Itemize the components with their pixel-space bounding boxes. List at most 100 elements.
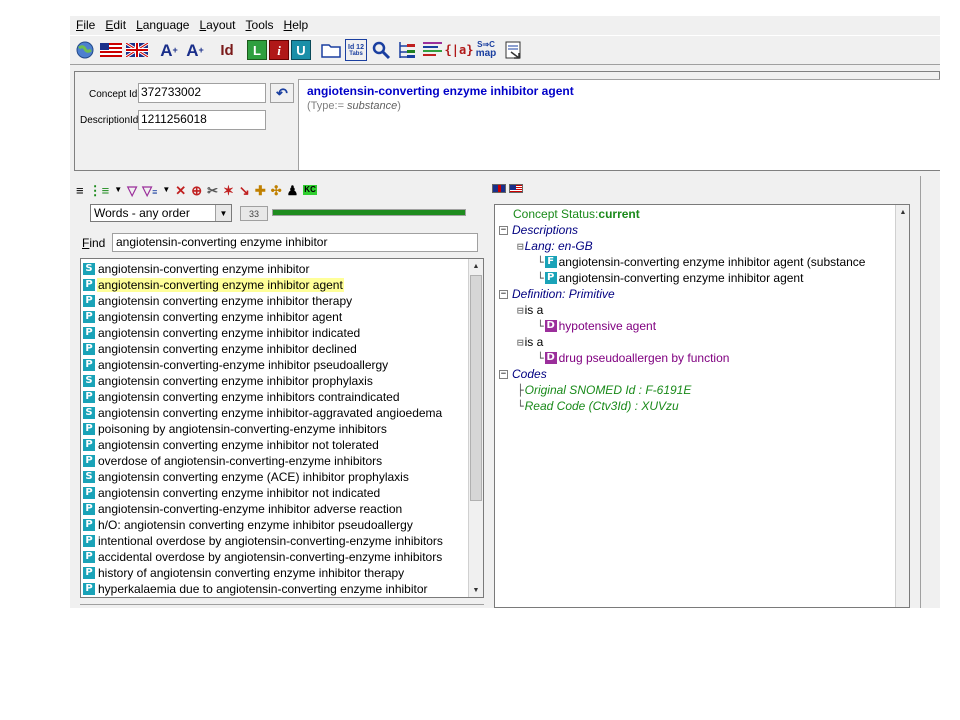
menu-edit[interactable]: Edit — [105, 18, 126, 32]
tree-is-a-1[interactable]: ⊟ is a — [517, 302, 543, 318]
list-item[interactable]: Sangiotensin converting enzyme (ACE) inh… — [81, 469, 469, 485]
id-icon[interactable]: Id — [215, 38, 239, 62]
tree-descriptions[interactable]: − Descriptions — [499, 222, 578, 238]
globe-icon[interactable] — [73, 38, 97, 62]
description-id-label: DescriptionId — [80, 115, 139, 126]
menu-tools[interactable]: Tools — [246, 18, 274, 32]
tree-is-a-2[interactable]: ⊟ is a — [517, 334, 543, 350]
concept-title: angiotensin-converting enzyme inhibitor … — [307, 84, 574, 98]
find-input[interactable]: angiotensin-converting enzyme inhibitor — [112, 233, 478, 252]
search-mode-select[interactable]: Words - any order ▼ — [90, 204, 232, 222]
view-dropdown-icon[interactable]: ▼ — [114, 186, 122, 194]
uk-flag-icon[interactable] — [492, 184, 506, 193]
list-item[interactable]: Phistory of angiotensin converting enzym… — [81, 565, 469, 581]
kc-green-icon[interactable]: KC — [303, 185, 317, 195]
concept-tree: Concept Status: current − Descriptions ⊟ L… — [494, 204, 910, 608]
export-icon[interactable] — [501, 38, 525, 62]
list-item[interactable]: Pangiotensin-converting-enzyme inhibitor… — [81, 357, 469, 373]
font-smaller-icon[interactable]: A + — [183, 38, 207, 62]
list-item[interactable]: Pangiotensin-converting enzyme inhibitor… — [81, 277, 469, 293]
tree-view-icon[interactable]: ⋮≡ — [89, 184, 110, 197]
filter-icon[interactable]: ▽ — [127, 184, 137, 197]
l-icon[interactable]: L — [247, 40, 267, 60]
list-item[interactable]: Pangiotensin converting enzyme inhibitor… — [81, 325, 469, 341]
info-icon[interactable]: i — [269, 40, 289, 60]
collapse-icon: − — [499, 288, 508, 299]
font-larger-icon[interactable]: A + — [157, 38, 181, 62]
list-item[interactable]: Sangiotensin-converting enzyme inhibitor — [81, 261, 469, 277]
filter-dropdown-icon[interactable]: ▼ — [162, 186, 170, 194]
concept-type: (Type:= substance) — [307, 100, 401, 112]
list-item[interactable]: Pangiotensin converting enzyme inhibitor… — [81, 389, 469, 405]
search-icon[interactable] — [369, 38, 393, 62]
tree-codes[interactable]: − Codes — [499, 366, 547, 382]
us-flag-icon[interactable] — [99, 38, 123, 62]
scroll-down-icon[interactable]: ▼ — [469, 583, 483, 597]
list-item[interactable]: Pintentional overdose by angiotensin-con… — [81, 533, 469, 549]
list-item-label: angiotensin converting enzyme inhibitor … — [98, 310, 343, 324]
run-red-icon[interactable]: ✶ — [223, 184, 234, 197]
cross-yellow-icon[interactable]: ✚ — [255, 184, 266, 197]
person-icon[interactable]: ♟ — [287, 184, 299, 197]
list-item[interactable]: Pangiotensin converting enzyme inhibitor… — [81, 341, 469, 357]
uk-flag-icon[interactable] — [125, 38, 149, 62]
list-item[interactable]: Ph/O: angiotensin converting enzyme inhi… — [81, 517, 469, 533]
tree-scrollbar[interactable]: ▲ — [895, 205, 909, 607]
undo-button[interactable]: ↶ — [270, 83, 294, 103]
list-item[interactable]: Poverdose of angiotensin-converting-enzy… — [81, 453, 469, 469]
app-window: File Edit Language Layout Tools Help A + A + Id… — [70, 16, 940, 608]
menu-file[interactable]: File — [76, 18, 95, 32]
list-item[interactable]: Pangiotensin converting enzyme inhibitor… — [81, 485, 469, 501]
id-table-icon[interactable]: Id 12 Tabs — [345, 39, 367, 61]
scroll-thumb[interactable] — [470, 275, 482, 501]
folder-icon[interactable] — [319, 38, 343, 62]
chevron-down-icon[interactable]: ▼ — [215, 205, 231, 221]
us-flag-icon[interactable] — [509, 184, 523, 193]
list-lines-icon[interactable] — [421, 38, 445, 62]
u-icon[interactable]: U — [291, 40, 311, 60]
scroll-up-icon[interactable]: ▲ — [469, 259, 483, 273]
term-type-badge: P — [83, 567, 95, 579]
list-view-icon[interactable]: ≡ — [76, 184, 84, 197]
tree-parent-2[interactable]: └ Ddrug pseudoallergen by function — [537, 350, 729, 366]
snomap-icon[interactable]: S⇒C map — [473, 38, 499, 62]
list-item[interactable]: Pangiotensin-converting-enzyme inhibitor… — [81, 501, 469, 517]
term-type-badge: P — [83, 311, 95, 323]
description-id-field[interactable]: 1211256018 — [138, 110, 266, 130]
list-item[interactable]: Pangiotensin converting enzyme inhibitor… — [81, 293, 469, 309]
menu-layout[interactable]: Layout — [199, 18, 235, 32]
puzzle-icon[interactable]: ✣ — [271, 184, 282, 197]
list-item[interactable]: Phyperkalaemia due to angiotensin-conver… — [81, 581, 469, 597]
list-item-label: accidental overdose by angiotensin-conve… — [98, 550, 443, 564]
term-type-badge: S — [83, 407, 95, 419]
arrow-red-icon[interactable]: ↘ — [239, 184, 250, 197]
menu-language[interactable]: Language — [136, 18, 189, 32]
list-item[interactable]: Paccidental overdose by angiotensin-conv… — [81, 549, 469, 565]
list-item[interactable]: Sangiotensin converting enzyme inhibitor… — [81, 373, 469, 389]
tree-preferred[interactable]: └ Pangiotensin-converting enzyme inhibito… — [537, 270, 803, 286]
filter-add-icon[interactable]: ▽≡ — [142, 184, 157, 197]
tree-definition[interactable]: − Definition: Primitive — [499, 286, 615, 302]
results-scrollbar[interactable]: ▲ ▼ — [468, 259, 483, 597]
tree-parent-1[interactable]: └ Dhypotensive agent — [537, 318, 656, 334]
term-type-badge: S — [83, 375, 95, 387]
list-item[interactable]: Ppoisoning by angiotensin-converting-enz… — [81, 421, 469, 437]
list-item[interactable]: Pangiotensin converting enzyme inhibitor… — [81, 309, 469, 325]
hierarchy-icon[interactable] — [395, 38, 419, 62]
tree-snomed-id[interactable]: ├ Original SNOMED Id : F-6191E — [517, 382, 691, 398]
list-item[interactable]: Pangiotensin converting enzyme inhibitor… — [81, 437, 469, 453]
tree-read-code[interactable]: └ Read Code (Ctv3Id) : XUVzu — [517, 398, 679, 414]
left-status-strip — [80, 604, 484, 608]
progress-fill — [273, 210, 465, 215]
tree-fsn[interactable]: └ Fangiotensin-converting enzyme inhibito… — [537, 254, 865, 270]
concept-id-field[interactable]: 372733002 — [138, 83, 266, 103]
tool-red-icon[interactable]: ⊕ — [191, 184, 202, 197]
tree-lang[interactable]: ⊟ Lang: en-GB — [517, 238, 593, 254]
scissors-icon[interactable]: ✂ — [207, 184, 218, 197]
scroll-up-icon[interactable]: ▲ — [896, 205, 909, 219]
braces-icon[interactable]: {|a} — [445, 38, 474, 62]
clear-red-icon[interactable]: ✕ — [175, 184, 186, 197]
menu-help[interactable]: Help — [284, 18, 309, 32]
list-item[interactable]: Sangiotensin converting enzyme inhibitor… — [81, 405, 469, 421]
search-mode-value: Words - any order — [94, 206, 190, 220]
